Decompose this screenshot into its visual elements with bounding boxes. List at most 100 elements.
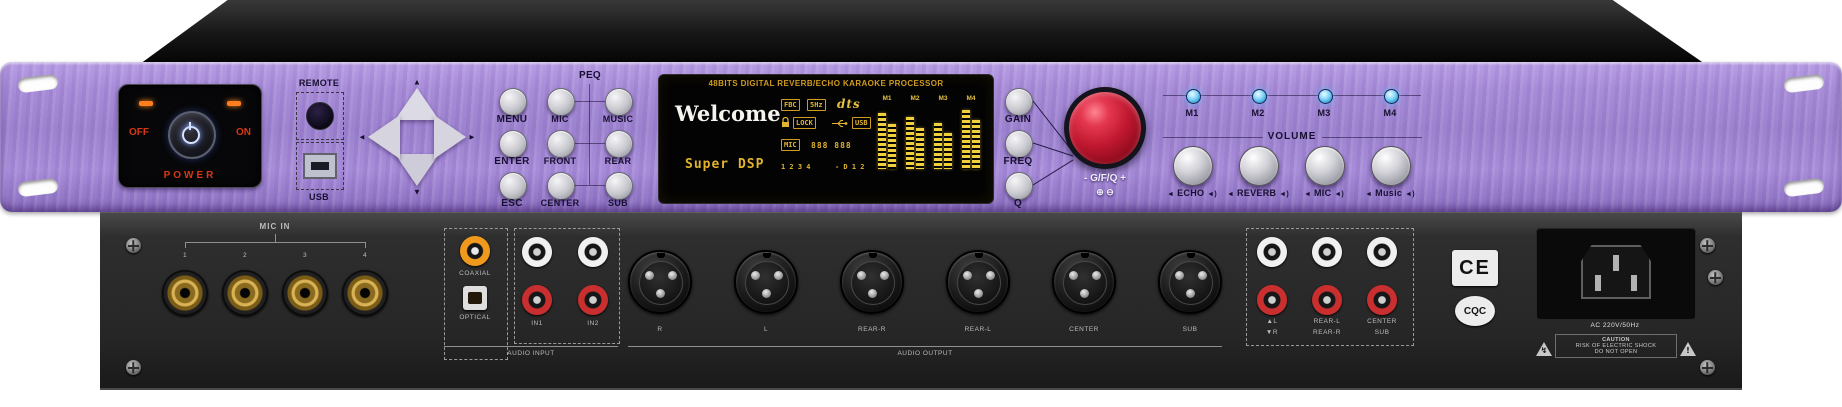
freq-button[interactable] xyxy=(1005,130,1033,158)
mic-jack-4 xyxy=(342,270,388,316)
xlr-label-sub: SUB xyxy=(1183,326,1198,333)
hz-badge: 5Hz xyxy=(807,99,826,111)
xlr-pin xyxy=(774,271,783,280)
enter-button[interactable] xyxy=(499,130,527,158)
menu-button-label: MENU xyxy=(497,114,528,125)
audio-input-line xyxy=(444,346,618,347)
caution-line2: DO NOT OPEN xyxy=(1556,349,1676,355)
in2-label: IN2 xyxy=(587,320,599,327)
xlr-pin xyxy=(1080,289,1089,298)
audio-output-line xyxy=(628,346,1222,347)
xlr-pin xyxy=(1175,271,1184,280)
inlet-pin xyxy=(1631,275,1637,291)
peq-music-button[interactable] xyxy=(605,88,633,116)
peq-rear-label: REAR xyxy=(605,156,632,166)
gfq-knob[interactable] xyxy=(1064,87,1146,169)
peq-mic-button[interactable] xyxy=(547,88,575,116)
music-volume-knob[interactable] xyxy=(1371,146,1411,186)
q-button[interactable] xyxy=(1005,172,1033,200)
meter-bar xyxy=(962,110,970,169)
peq-sub-label: SUB xyxy=(608,198,628,208)
arrow-down-icon: ▼ xyxy=(413,188,421,197)
q-label: Q xyxy=(1014,198,1022,209)
ir-sensor-icon xyxy=(306,102,334,130)
in2-right-jack xyxy=(578,285,608,315)
dpad-down-button[interactable] xyxy=(395,154,439,186)
dpad-left-button[interactable] xyxy=(368,115,400,159)
usb-port[interactable] xyxy=(303,153,337,179)
xlr-face xyxy=(1063,261,1107,305)
power-button[interactable] xyxy=(168,111,216,159)
rca-out-rear-r xyxy=(1312,285,1342,315)
rack-ear-hole xyxy=(17,74,59,94)
rack-ear-hole xyxy=(1783,74,1825,94)
reverb-volume-knob[interactable] xyxy=(1239,146,1279,186)
arrow-left-icon: ◄ xyxy=(358,133,366,142)
rca-out-label: REAR-L xyxy=(1314,318,1341,325)
echo-knob-text: ECHO xyxy=(1177,188,1204,198)
usb-label: USB xyxy=(309,192,329,202)
front-panel: OFF ON POWER REMOTE USB ▲ ▼ ◄ ► xyxy=(0,62,1842,212)
mic-jack-number: 3 xyxy=(303,252,307,259)
xlr-notch xyxy=(763,253,771,258)
mic-in-bracket xyxy=(185,242,186,248)
meter-bar xyxy=(878,113,886,169)
xlr-face xyxy=(851,261,895,305)
xlr-output-sub xyxy=(1158,250,1222,314)
mic-volume-knob[interactable] xyxy=(1305,146,1345,186)
peq-sub-button[interactable] xyxy=(605,172,633,200)
xlr-output-rear-r xyxy=(840,250,904,314)
karaoke-processor-device: OFF ON POWER REMOTE USB ▲ ▼ ◄ ► xyxy=(0,0,1842,407)
enter-button-label: ENTER xyxy=(494,156,529,167)
dpad-up-button[interactable] xyxy=(395,88,439,120)
usb-box xyxy=(296,142,344,190)
speaker-max-icon: ◄) xyxy=(1405,191,1415,198)
reverb-knob-text: REVERB xyxy=(1237,188,1276,198)
mic-in-bracket xyxy=(185,242,365,243)
m2-led xyxy=(1252,89,1267,104)
music-knob-text: Music xyxy=(1375,188,1402,198)
xlr-label-rear-l: REAR-L xyxy=(965,326,992,333)
meter-bar xyxy=(934,123,942,169)
menu-button[interactable] xyxy=(499,88,527,116)
peq-center-button[interactable] xyxy=(547,172,575,200)
hand-zoom-icons: ⊕ ⊖ xyxy=(1096,187,1114,198)
peq-rear-button[interactable] xyxy=(605,130,633,158)
xlr-notch xyxy=(657,253,665,258)
peq-music-label: MUSIC xyxy=(603,114,634,124)
volume-line xyxy=(1163,137,1263,138)
speaker-min-icon: ◄ xyxy=(1365,191,1372,198)
cqc-mark: CQC xyxy=(1455,296,1495,326)
m3-led-label: M3 xyxy=(1317,108,1330,118)
display-digits-right: - D 1 2 xyxy=(835,163,865,171)
meter-bar xyxy=(888,124,896,169)
inlet-pin xyxy=(1595,275,1601,291)
peq-front-button[interactable] xyxy=(547,130,575,158)
mic-jack-3 xyxy=(282,270,328,316)
screw xyxy=(126,360,141,375)
xlr-label-r: R xyxy=(657,326,662,333)
meter-label-m3: M3 xyxy=(938,95,947,102)
optical-port xyxy=(463,286,487,310)
in1-label: IN1 xyxy=(531,320,543,327)
screw xyxy=(1700,360,1715,375)
speaker-max-icon: ◄) xyxy=(1207,191,1217,198)
xlr-pin xyxy=(751,271,760,280)
m1-led-label: M1 xyxy=(1185,108,1198,118)
m1-led xyxy=(1186,89,1201,104)
level-meter-m3 xyxy=(934,105,952,169)
dpad-right-button[interactable] xyxy=(434,115,466,159)
mic-in-title: MIC IN xyxy=(260,222,291,231)
mic-jack-1 xyxy=(162,270,208,316)
gain-button[interactable] xyxy=(1005,88,1033,116)
echo-volume-knob[interactable] xyxy=(1173,146,1213,186)
led-row-line xyxy=(1163,95,1421,96)
exclamation-warning-icon: ! xyxy=(1680,342,1696,356)
display-superdsp-text: Super DSP xyxy=(685,157,764,172)
rca-out-center xyxy=(1367,237,1397,267)
xlr-pin xyxy=(1186,289,1195,298)
usb-trident-icon xyxy=(831,119,848,128)
lock-icon xyxy=(781,117,790,128)
esc-button[interactable] xyxy=(499,172,527,200)
xlr-pin xyxy=(857,271,866,280)
